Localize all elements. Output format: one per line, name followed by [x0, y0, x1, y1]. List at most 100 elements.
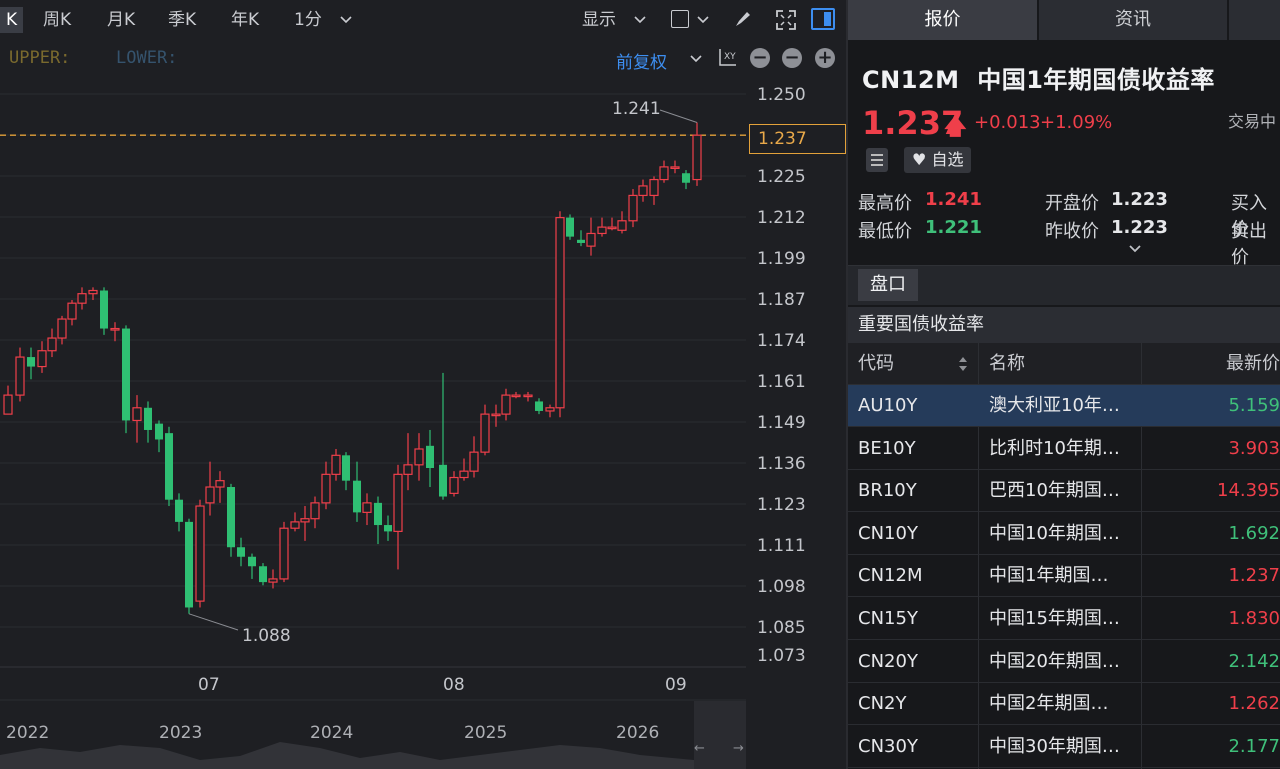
candle-body-up — [403, 464, 413, 475]
cell-name: 巴西10年期国… — [989, 480, 1120, 502]
tab-news[interactable]: 资讯 — [1039, 0, 1227, 40]
cell-code: BE10Y — [858, 437, 916, 459]
cell-price: 2.177 — [1228, 735, 1280, 757]
open-value: 1.223 — [1111, 189, 1168, 210]
candle-body-down — [353, 480, 361, 513]
cell-code: CN10Y — [858, 522, 918, 544]
table-row[interactable]: CN10Y 中国10年期国… 1.692 — [848, 513, 1280, 555]
watchlist-button[interactable]: ♥ 自选 — [904, 147, 972, 173]
candle-body-up — [459, 470, 469, 479]
cell-name: 比利时10年期… — [989, 437, 1120, 459]
quote-panel: 报价 资讯 CN12M 中国1年期国债收益率 1.237 🡅 +0.013 +1… — [848, 0, 1280, 769]
candle-body-down — [342, 455, 350, 481]
table-header: 代码 名称 最新价 — [848, 343, 1280, 385]
candle-body-down — [165, 433, 173, 500]
header-code[interactable]: 代码 — [858, 343, 894, 385]
candle-body-up — [57, 318, 67, 339]
low-leader-line — [188, 613, 239, 631]
tab-more[interactable] — [1229, 0, 1280, 40]
y-tick: 1.149 — [757, 413, 806, 433]
table-row[interactable]: CN30Y 中国30年期国… 2.177 — [848, 726, 1280, 768]
candle-body-down — [439, 464, 447, 497]
cell-price: 1.262 — [1228, 693, 1280, 715]
year-label: 2023 — [159, 723, 203, 743]
year-label: 2022 — [6, 723, 50, 743]
y-tick: 1.199 — [757, 249, 806, 269]
table-row[interactable]: BR10Y 巴西10年期国… 14.395 — [848, 470, 1280, 513]
candle-body-up — [205, 486, 215, 504]
y-tick: 1.111 — [757, 536, 806, 556]
table-row[interactable]: AU10Y 澳大利亚10年… 5.159 — [848, 385, 1280, 427]
candle-body-down — [237, 547, 245, 557]
candle-body-up — [110, 327, 120, 331]
candle-body-down — [566, 217, 574, 237]
candle-body-down — [144, 407, 152, 430]
ask-label: 卖出价 — [1231, 221, 1267, 268]
candlestick-chart[interactable] — [0, 0, 846, 769]
cell-price: 1.830 — [1228, 608, 1280, 629]
candle-body-up — [545, 407, 555, 412]
expand-chevron-icon[interactable] — [1128, 244, 1142, 254]
y-tick: 1.161 — [757, 372, 806, 392]
candle-body-down — [248, 556, 256, 567]
scroll-left-icon[interactable]: ← — [694, 741, 705, 756]
section-title: 重要国债收益率 — [848, 307, 1280, 343]
y-tick: 1.174 — [757, 331, 806, 351]
candle-body-up — [628, 194, 638, 222]
price-change: +0.013 — [974, 112, 1041, 133]
candle-body-up — [670, 166, 680, 169]
candle-body-up — [279, 527, 289, 580]
y-tick: 1.073 — [757, 646, 806, 666]
candle-body-up — [331, 454, 341, 475]
current-price-tag: 1.237 — [749, 124, 846, 154]
cell-code: BR10Y — [858, 480, 917, 502]
candle-body-up — [300, 518, 310, 523]
candle-body-up — [268, 578, 278, 583]
candle-body-up — [555, 217, 565, 409]
cell-code: AU10Y — [858, 395, 918, 416]
candle-body-up — [449, 476, 459, 494]
instrument-title: CN12M 中国1年期国债收益率 — [862, 60, 1215, 95]
header-price[interactable]: 最新价 — [1226, 343, 1280, 385]
candle-body-down — [374, 502, 382, 526]
candle-body-up — [649, 178, 659, 197]
candle-body-up — [469, 451, 479, 472]
low-value: 1.221 — [925, 217, 982, 238]
candle-body-down — [682, 173, 690, 183]
y-tick: 1.187 — [757, 290, 806, 310]
table-row[interactable]: CN20Y 中国20年期国… 2.142 — [848, 641, 1280, 683]
candle-body-down — [27, 357, 35, 367]
year-label: 2026 — [616, 723, 660, 743]
cell-price: 5.159 — [1228, 395, 1280, 416]
prev-close-label: 昨收价 — [1045, 221, 1099, 242]
symbol: CN12M — [862, 66, 960, 94]
cell-code: CN30Y — [858, 735, 918, 757]
candle-body-up — [88, 289, 98, 295]
cell-name: 中国10年期国… — [989, 522, 1120, 544]
sort-icon[interactable] — [958, 354, 968, 374]
note-icon[interactable] — [866, 148, 888, 172]
header-name[interactable]: 名称 — [989, 343, 1025, 385]
candle-body-down — [384, 525, 392, 532]
candle-body-up — [659, 166, 669, 181]
table-row[interactable]: CN12M 中国1年期国… 1.237 — [848, 555, 1280, 598]
y-tick: 1.212 — [757, 208, 806, 228]
candle-body-down — [535, 401, 543, 411]
candle-body-down — [155, 423, 163, 440]
table-row[interactable]: CN2Y 中国2年期国… 1.262 — [848, 683, 1280, 726]
candle-body-down — [122, 328, 130, 421]
candle-body-down — [577, 239, 585, 243]
pankou-tab[interactable]: 盘口 — [858, 269, 918, 301]
cell-price: 2.142 — [1228, 650, 1280, 672]
table-row[interactable]: CN15Y 中国15年期国… 1.830 — [848, 598, 1280, 640]
tab-quote[interactable]: 报价 — [848, 0, 1037, 40]
y-tick: 1.085 — [757, 618, 806, 638]
scroll-right-icon[interactable]: → — [733, 741, 744, 756]
y-tick: 1.225 — [757, 167, 806, 187]
y-tick: 1.098 — [757, 577, 806, 597]
watchlist-label: 自选 — [931, 150, 964, 169]
table-row[interactable]: BE10Y 比利时10年期… 3.903 — [848, 428, 1280, 470]
candle-body-up — [638, 185, 648, 197]
candle-body-down — [259, 566, 267, 583]
cell-code: CN12M — [858, 565, 923, 587]
